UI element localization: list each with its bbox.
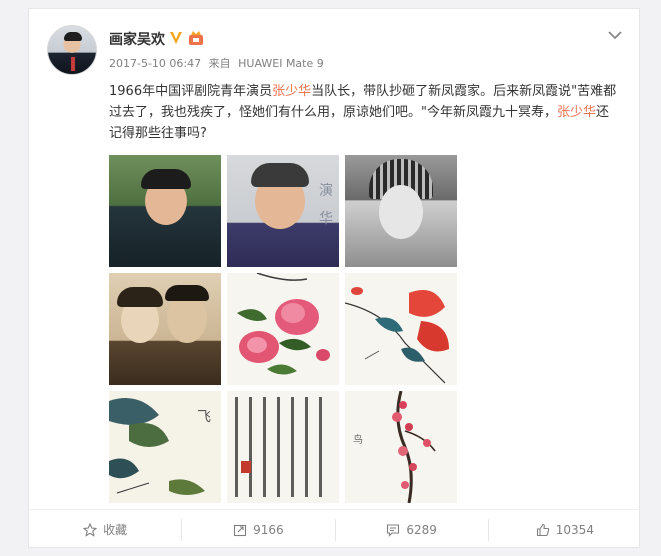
repost-button[interactable]: 9166 xyxy=(182,518,336,541)
action-bar: 收藏 9166 6289 10354 xyxy=(29,509,641,549)
comment-button[interactable]: 6289 xyxy=(336,518,489,541)
avatar-tie xyxy=(71,57,75,71)
photo-hair-man xyxy=(165,285,209,301)
painting-inscription: 鸟 xyxy=(353,435,363,446)
photo-grid: 演 华 飞 鸟 xyxy=(109,155,457,503)
photo-portrait-elderly-woman-interview[interactable]: 演 华 xyxy=(227,155,339,267)
photo-hair-woman xyxy=(117,287,163,307)
painting-plum-svg xyxy=(392,391,436,503)
calligraphy-seal xyxy=(241,461,251,473)
vip-v-icon xyxy=(170,32,182,44)
painting-red-hibiscus[interactable] xyxy=(345,273,457,385)
author-name[interactable]: 画家吴欢 xyxy=(109,29,165,49)
repost-count: 9166 xyxy=(253,522,284,537)
painting-hibiscus-svg xyxy=(345,287,449,384)
star-icon xyxy=(83,522,98,537)
painting-peony-flowers[interactable] xyxy=(227,273,339,385)
painting-calligraphy[interactable] xyxy=(227,391,339,503)
post-meta: 2017-5-10 06:47 来自 HUAWEI Mate 9 xyxy=(109,55,328,71)
repost-icon xyxy=(234,524,247,536)
mentioned-name-link-2[interactable]: 张少华 xyxy=(557,105,596,120)
calligraphy-strokes xyxy=(235,397,331,497)
favorite-label: 收藏 xyxy=(103,523,128,537)
photo-vintage-couple[interactable] xyxy=(109,273,221,385)
post-text: 1966年中国评剧院青年演员张少华当队长，带队抄砸了新凤霞家。后来新凤霞说"苦难… xyxy=(109,81,619,144)
favorite-button[interactable]: 收藏 xyxy=(29,518,183,541)
painting-inscription: 飞 xyxy=(195,409,211,425)
photo-portrait-elderly-woman-green[interactable] xyxy=(109,155,221,267)
painting-plum-blossom[interactable]: 鸟 xyxy=(345,391,457,503)
photo-caption-text: 演 华 xyxy=(319,183,333,227)
post-source-device: HUAWEI Mate 9 xyxy=(238,57,324,70)
comment-icon xyxy=(387,523,400,537)
post-source-prefix: 来自 xyxy=(208,57,231,70)
comment-count: 6289 xyxy=(406,522,437,537)
photo-face xyxy=(379,185,423,239)
painting-peony-svg xyxy=(237,273,330,375)
avatar[interactable] xyxy=(47,25,97,75)
painting-leaves-svg xyxy=(109,398,205,495)
thumbs-up-icon xyxy=(536,523,550,536)
mentioned-name-link-1[interactable]: 张少华 xyxy=(272,84,311,99)
like-button[interactable]: 10354 xyxy=(489,519,641,541)
photo-hair xyxy=(141,169,191,189)
avatar-hair xyxy=(64,32,82,41)
chevron-down-icon[interactable] xyxy=(607,29,623,41)
like-count: 10354 xyxy=(555,522,594,537)
post-timestamp[interactable]: 2017-5-10 06:47 xyxy=(109,57,201,70)
post-text-part-1: 1966年中国评剧院青年演员 xyxy=(109,84,273,99)
photo-hair xyxy=(251,163,309,187)
photo-opera-performer[interactable] xyxy=(345,155,457,267)
painting-lotus-leaves[interactable]: 飞 xyxy=(109,391,221,503)
weibo-post-card: 画家吴欢 2017-5-10 06:47 来自 HUAWEI Mate 9 19… xyxy=(28,8,641,549)
member-badge-icon[interactable] xyxy=(187,29,205,47)
